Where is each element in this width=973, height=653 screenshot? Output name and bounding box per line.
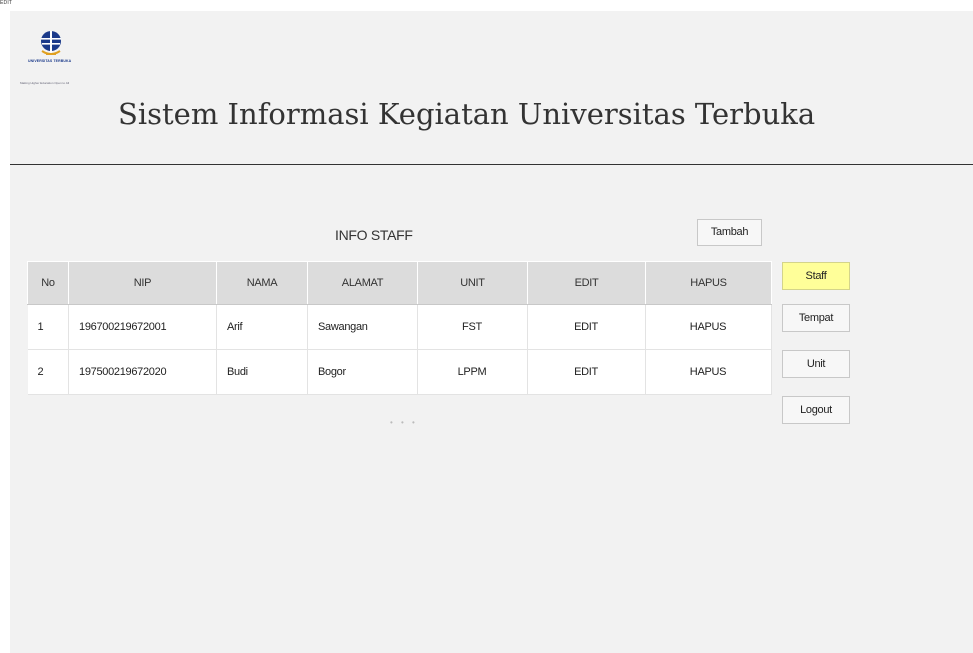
corner-label: EDIT <box>0 0 13 6</box>
table-row[interactable]: 1 196700219672001 Arif Sawangan FST EDIT… <box>27 304 772 350</box>
sidebar-item-unit[interactable]: Unit <box>782 350 850 378</box>
edit-link[interactable]: EDIT <box>527 349 646 395</box>
logo-tagline: Making Higher Education Open to All <box>20 81 70 85</box>
staff-table: No NIP NAMA ALAMAT UNIT EDIT HAPUS 1 196… <box>27 261 772 395</box>
cell-nama: Arif <box>216 304 308 350</box>
column-header-alamat[interactable]: ALAMAT <box>307 261 418 305</box>
sidebar-item-staff[interactable]: Staff <box>782 262 850 290</box>
add-staff-button[interactable]: Tambah <box>697 219 762 246</box>
logo-caption: UNIVERSITAS TERBUKA <box>28 59 72 63</box>
cell-no: 2 <box>27 349 69 395</box>
column-header-edit[interactable]: EDIT <box>527 261 646 305</box>
logout-button[interactable]: Logout <box>782 396 850 424</box>
cell-unit: LPPM <box>417 349 528 395</box>
cell-nip: 197500219672020 <box>68 349 217 395</box>
more-rows-indicator: • • • <box>390 418 418 427</box>
column-header-nip[interactable]: NIP <box>68 261 217 305</box>
edit-link[interactable]: EDIT <box>527 304 646 350</box>
cell-alamat: Sawangan <box>307 304 418 350</box>
column-header-nama[interactable]: NAMA <box>216 261 308 305</box>
delete-link[interactable]: HAPUS <box>645 304 772 350</box>
table-row[interactable]: 2 197500219672020 Budi Bogor LPPM EDIT H… <box>27 349 772 395</box>
cell-no: 1 <box>27 304 69 350</box>
column-header-hapus[interactable]: HAPUS <box>645 261 772 305</box>
cell-alamat: Bogor <box>307 349 418 395</box>
table-header-row: No NIP NAMA ALAMAT UNIT EDIT HAPUS <box>27 261 772 305</box>
page-title: Sistem Informasi Kegiatan Universitas Te… <box>118 97 816 131</box>
cell-nip: 196700219672001 <box>68 304 217 350</box>
delete-link[interactable]: HAPUS <box>645 349 772 395</box>
header-divider <box>10 164 973 165</box>
cell-unit: FST <box>417 304 528 350</box>
cell-nama: Budi <box>216 349 308 395</box>
section-title: INFO STAFF <box>335 227 413 243</box>
column-header-no[interactable]: No <box>27 261 69 305</box>
column-header-unit[interactable]: UNIT <box>417 261 528 305</box>
globe-logo-icon <box>41 31 61 55</box>
university-logo: UNIVERSITAS TERBUKA Making Higher Educat… <box>20 29 120 89</box>
sidebar-item-tempat[interactable]: Tempat <box>782 304 850 332</box>
app-canvas: UNIVERSITAS TERBUKA Making Higher Educat… <box>10 11 973 653</box>
